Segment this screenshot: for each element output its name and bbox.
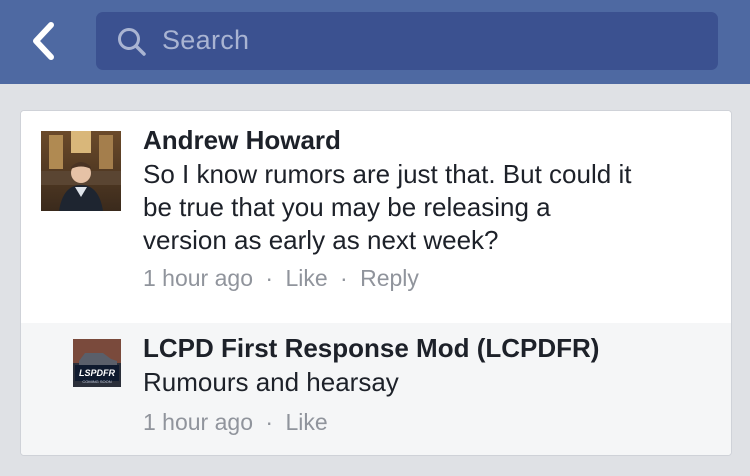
page-avatar[interactable]: LSPDFR COMING SOON: [73, 339, 121, 387]
chevron-left-icon: [33, 22, 54, 60]
separator-dot: ·: [265, 409, 274, 435]
search-icon: [118, 28, 146, 56]
comment-timestamp[interactable]: 1 hour ago: [143, 265, 253, 291]
comment-text-line: be true that you may be releasing a: [143, 192, 551, 222]
comment-meta: 1 hour ago · Like · Reply: [143, 265, 419, 292]
reply-text: Rumours and hearsay: [143, 367, 399, 397]
reply-button[interactable]: Reply: [360, 265, 419, 291]
comment-text-line: So I know rumors are just that. But coul…: [143, 159, 632, 189]
comment-thread-card: Andrew Howard So I know rumors are just …: [20, 110, 732, 456]
avatar[interactable]: [41, 131, 121, 211]
avatar-logo-subtext: COMING SOON: [82, 379, 111, 384]
comment: Andrew Howard So I know rumors are just …: [21, 111, 731, 323]
like-button[interactable]: Like: [285, 265, 327, 291]
top-navigation-bar: Search: [0, 0, 750, 84]
reply: LSPDFR COMING SOON LCPD First Response M…: [21, 323, 731, 455]
reply-author-name[interactable]: LCPD First Response Mod (LCPDFR): [143, 333, 599, 364]
reply-timestamp[interactable]: 1 hour ago: [143, 409, 253, 435]
separator-dot: ·: [340, 265, 348, 291]
reply-like-button[interactable]: Like: [285, 409, 327, 435]
reply-meta: 1 hour ago · Like: [143, 409, 328, 436]
comment-text: So I know rumors are just that. But coul…: [143, 158, 631, 257]
search-placeholder: Search: [162, 25, 250, 55]
separator-dot: ·: [265, 265, 274, 291]
search-input[interactable]: Search: [96, 12, 718, 70]
comment-author-name[interactable]: Andrew Howard: [143, 125, 341, 156]
back-button[interactable]: [24, 18, 64, 64]
avatar-logo-text: LSPDFR: [79, 368, 116, 378]
comment-text-line: version as early as next week?: [143, 225, 499, 255]
